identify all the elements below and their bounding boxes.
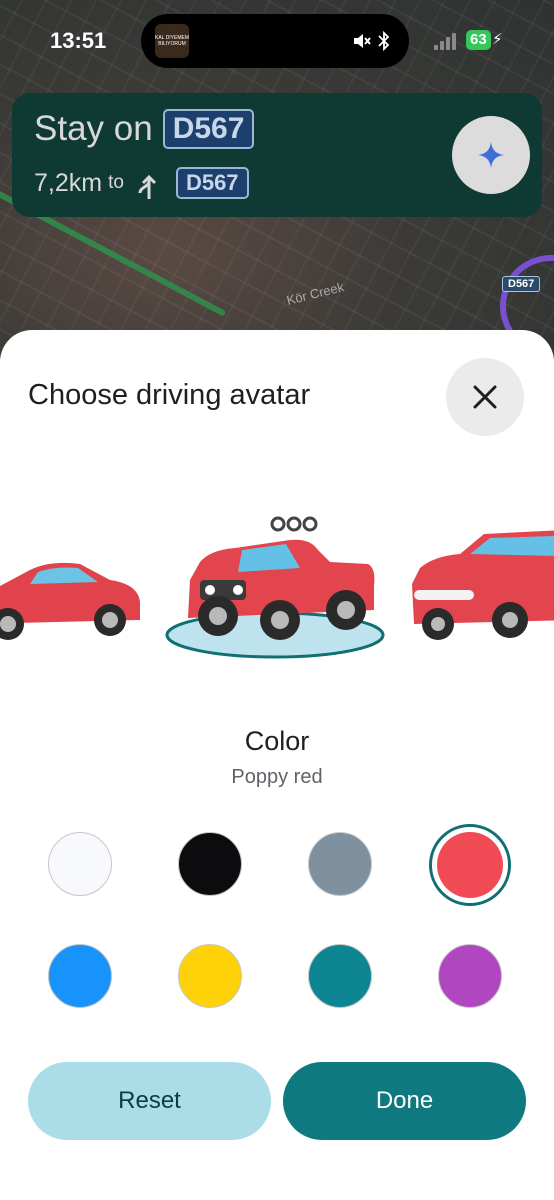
distance-text: 7,2km <box>34 168 103 197</box>
battery-indicator: 63 <box>466 30 491 50</box>
reset-button[interactable]: Reset <box>28 1062 271 1140</box>
color-swatch-poppy-red[interactable] <box>429 824 511 906</box>
keep-straight-icon <box>138 174 157 199</box>
assistant-button[interactable] <box>452 116 530 194</box>
status-time: 13:51 <box>50 28 107 53</box>
done-button[interactable]: Done <box>283 1062 526 1140</box>
status-bar: 13:51 KAL DIYEMEM BILIYORUM 63 ⚡ <box>0 0 554 84</box>
island-status-icons <box>352 30 391 52</box>
cellular-signal-icon <box>434 32 460 50</box>
sheet-title: Choose driving avatar <box>28 379 311 411</box>
color-swatch-gray[interactable] <box>308 832 372 896</box>
avatar-carousel[interactable] <box>0 510 554 670</box>
avatar-sedan[interactable] <box>0 540 150 650</box>
sparkle-icon <box>478 142 504 168</box>
navigation-instruction-card[interactable]: Stay on D567 7,2km to D567 <box>12 93 542 217</box>
charging-icon: ⚡ <box>492 31 503 48</box>
map-place-label: Kör Creek <box>285 279 346 308</box>
color-swatch-white[interactable] <box>48 832 112 896</box>
bluetooth-icon <box>378 31 390 52</box>
selected-swatch-fill <box>437 832 503 898</box>
avatar-suv[interactable] <box>404 520 554 650</box>
color-swatch-purple[interactable] <box>438 944 502 1008</box>
selected-color-name: Poppy red <box>231 766 323 788</box>
map-road-shield: D567 <box>502 276 541 292</box>
close-icon <box>473 385 497 409</box>
avatar-picker-sheet: Choose driving avatar Color Poppy red Re… <box>0 330 554 1200</box>
dynamic-island[interactable]: KAL DIYEMEM BILIYORUM <box>141 14 409 68</box>
road-shield: D567 <box>162 109 255 149</box>
to-label: to <box>108 172 124 193</box>
avatar-offroad-truck[interactable] <box>160 510 390 660</box>
instruction-text: Stay on <box>34 109 153 148</box>
mute-icon <box>353 34 371 49</box>
color-heading: Color <box>244 726 310 756</box>
color-swatch-blue[interactable] <box>48 944 112 1008</box>
next-road-shield: D567 <box>175 167 249 199</box>
color-swatch-teal[interactable] <box>308 944 372 1008</box>
close-button[interactable] <box>446 358 524 436</box>
now-playing-artwork: KAL DIYEMEM BILIYORUM <box>155 24 189 58</box>
color-swatch-yellow[interactable] <box>178 944 242 1008</box>
color-swatch-black[interactable] <box>178 832 242 896</box>
artwork-text: KAL DIYEMEM BILIYORUM <box>155 35 189 47</box>
